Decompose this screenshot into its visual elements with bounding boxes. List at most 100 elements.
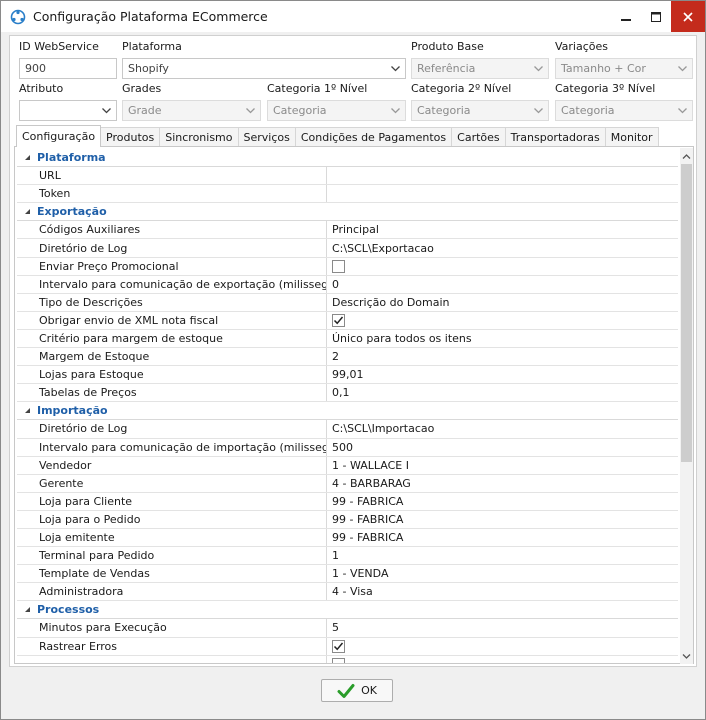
tab-servicos[interactable]: Serviços [237,127,296,147]
property-row[interactable]: Loja emitente 99 - FABRICA [17,528,678,548]
property-value[interactable]: 1 [327,547,678,564]
property-checkbox-cell[interactable] [327,312,678,329]
tab-configuracao[interactable]: Configuração [16,125,102,147]
property-value[interactable]: C:\SCL\Importacao [327,420,678,437]
maximize-icon [651,11,661,22]
property-row[interactable]: Gerente 4 - BARBARAG [17,474,678,493]
property-value[interactable] [327,167,678,184]
tab-produtos[interactable]: Produtos [100,127,161,147]
ok-button[interactable]: OK [321,679,393,702]
atributo-select[interactable] [19,100,117,121]
property-row[interactable]: Loja para Cliente 99 - FABRICA [17,492,678,511]
property-value[interactable]: 1 - WALLACE I [327,457,678,474]
property-value[interactable]: Principal [327,221,678,238]
checkbox-unchecked[interactable] [332,259,345,273]
categoria3-select[interactable]: Categoria [555,100,693,121]
plataforma-select[interactable]: Shopify [122,58,406,79]
id-webservice-input[interactable]: 900 [19,58,117,79]
property-value[interactable]: 4 - BARBARAG [327,475,678,492]
property-name: Diretório de Log [17,239,327,257]
property-checkbox-cell[interactable] [327,638,678,655]
property-row[interactable]: Códigos Auxiliares Principal [17,221,678,240]
maximize-button[interactable] [641,1,671,32]
property-row[interactable]: Margem de Estoque 2 [17,348,678,367]
chevron-down-icon [678,66,687,72]
grid-category[interactable]: Exportação [17,203,678,222]
minimize-button[interactable] [611,1,641,32]
property-value[interactable]: 99 - FABRICA [327,493,678,510]
ok-label: OK [361,684,377,697]
property-value[interactable]: 99,01 [327,366,678,383]
collapse-icon[interactable] [17,402,37,419]
property-row[interactable]: Intervalo para comunicação de exportação… [17,275,678,294]
property-value[interactable]: 0,1 [327,384,678,401]
property-checkbox-cell[interactable] [327,258,678,275]
grid-category[interactable]: Importação [17,402,678,421]
tab-condicoes-pagamentos[interactable]: Condições de Pagamentos [294,127,453,147]
property-row[interactable]: Loja para o Pedido 99 - FABRICA [17,510,678,529]
variacoes-select[interactable]: Tamanho + Cor [555,58,693,79]
property-row[interactable]: Token [17,185,678,204]
title-bar[interactable]: Configuração Plataforma ECommerce [1,1,705,32]
categoria1-select[interactable]: Categoria [267,100,406,121]
scroll-up-button[interactable] [680,149,693,163]
property-value[interactable]: 1 - VENDA [327,565,678,582]
vertical-scrollbar[interactable] [680,148,693,664]
property-value[interactable]: 99 - FABRICA [327,511,678,528]
grid-category[interactable]: Processos [17,601,678,620]
collapse-icon[interactable] [17,149,37,166]
property-row[interactable]: Rastrear Erros [17,637,678,656]
chevron-down-icon [391,66,400,72]
property-row[interactable]: Tabelas de Preços 0,1 [17,384,678,403]
categoria1-value: Categoria [273,104,327,117]
property-value[interactable]: 99 - FABRICA [327,529,678,546]
produto-base-select[interactable]: Referência [411,58,549,79]
property-checkbox-cell[interactable] [327,656,678,663]
grid-category[interactable]: Plataforma [17,149,678,168]
property-name: Diretório de Log [17,420,327,438]
property-value[interactable]: Descrição do Domain [327,294,678,311]
property-name: Margem de Estoque [17,348,327,366]
property-row[interactable]: Template de Vendas 1 - VENDA [17,565,678,584]
grades-label: Grades [122,82,162,95]
property-row[interactable] [17,655,678,663]
property-value[interactable]: 4 - Visa [327,583,678,600]
property-value[interactable]: Único para todos os itens [327,330,678,347]
property-row[interactable]: Lojas para Estoque 99,01 [17,366,678,385]
property-value[interactable]: C:\SCL\Exportacao [327,239,678,256]
tab-sincronismo[interactable]: Sincronismo [159,127,239,147]
property-name: Loja para o Pedido [17,510,327,528]
tab-cartoes[interactable]: Cartões [451,127,506,147]
property-row[interactable]: Obrigar envio de XML nota fiscal [17,311,678,330]
property-row[interactable]: URL [17,167,678,186]
property-row[interactable]: Enviar Preço Promocional [17,257,678,276]
checkbox-checked[interactable] [332,639,345,653]
property-name [17,655,327,663]
checkbox-unchecked[interactable] [332,657,345,663]
property-row[interactable]: Diretório de Log C:\SCL\Exportacao [17,239,678,258]
tab-transportadoras[interactable]: Transportadoras [504,127,606,147]
property-row[interactable]: Critério para margem de estoque Único par… [17,329,678,349]
scrollbar-thumb[interactable] [681,164,692,462]
property-row[interactable]: Intervalo para comunicação de importação… [17,438,678,457]
tab-monitor[interactable]: Monitor [604,127,659,147]
checkbox-checked[interactable] [332,313,345,327]
property-value[interactable]: 500 [327,439,678,456]
property-row[interactable]: Terminal para Pedido 1 [17,547,678,566]
property-row[interactable]: Diretório de Log C:\SCL\Importacao [17,420,678,439]
grades-select[interactable]: Grade [122,100,261,121]
property-row[interactable]: Vendedor 1 - WALLACE I [17,456,678,475]
property-row[interactable]: Administradora 4 - Visa [17,583,678,602]
property-value[interactable] [327,185,678,202]
scroll-down-button[interactable] [680,649,693,663]
property-value[interactable]: 0 [327,276,678,293]
categoria2-select[interactable]: Categoria [411,100,549,121]
property-name: Tipo de Descrições [17,293,327,311]
property-value[interactable]: 2 [327,348,678,365]
property-row[interactable]: Tipo de Descrições Descrição do Domain [17,293,678,312]
collapse-icon[interactable] [17,601,37,618]
collapse-icon[interactable] [17,203,37,220]
close-button[interactable] [671,1,705,32]
property-row[interactable]: Minutos para Execução 5 [17,619,678,638]
property-value[interactable]: 5 [327,619,678,636]
